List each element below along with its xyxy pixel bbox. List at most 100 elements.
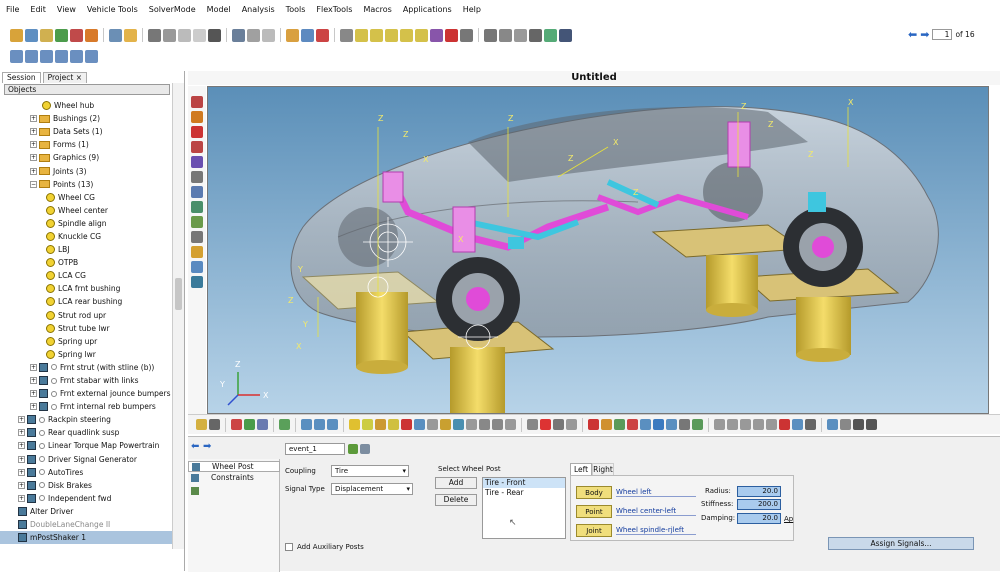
view-tool-icon-11[interactable] <box>327 419 338 430</box>
expand-icon[interactable]: + <box>30 363 37 371</box>
view-tool-icon-27[interactable] <box>527 419 538 430</box>
tree-row[interactable]: Wheel CG <box>0 191 172 204</box>
main-tool-icon-34[interactable] <box>484 28 497 42</box>
tree-row[interactable]: + Rackpin steering <box>0 413 172 426</box>
view-tool-icon-43[interactable] <box>727 419 738 430</box>
tree-row[interactable]: + Frnt stabar with links <box>0 374 172 387</box>
menu-edit[interactable]: Edit <box>30 5 46 14</box>
main-tool-icon-22[interactable] <box>316 28 329 42</box>
view-tool-icon-10[interactable] <box>314 419 325 430</box>
view-tool-icon-23[interactable] <box>479 419 490 430</box>
tree-row[interactable]: Strut tube lwr <box>0 322 172 335</box>
secondary-tool-icon-4[interactable] <box>70 49 83 63</box>
entity-tool-icon-12[interactable] <box>191 276 203 288</box>
view-tool-icon-37[interactable] <box>653 419 664 430</box>
radius-field[interactable]: 20.0 <box>737 486 781 497</box>
secondary-tool-icon-2[interactable] <box>40 49 53 63</box>
main-tool-icon-32[interactable] <box>460 28 473 42</box>
entity-tool-icon-0[interactable] <box>191 96 203 108</box>
tree-row[interactable]: LCA CG <box>0 269 172 282</box>
add-button[interactable]: Add <box>435 477 477 489</box>
view-tool-icon-42[interactable] <box>714 419 725 430</box>
tree-row[interactable]: LBJ <box>0 243 172 256</box>
main-tool-icon-18[interactable] <box>262 28 275 42</box>
entity-tool-icon-5[interactable] <box>191 171 203 183</box>
view-tool-icon-40[interactable] <box>692 419 703 430</box>
main-tool-icon-29[interactable] <box>415 28 428 42</box>
stiffness-field[interactable]: 200.0 <box>737 499 781 510</box>
main-tool-icon-25[interactable] <box>355 28 368 42</box>
arrow-left-icon[interactable]: ⬅ <box>908 28 917 41</box>
entity-tool-icon-3[interactable] <box>191 141 203 153</box>
main-tool-icon-5[interactable] <box>85 28 98 42</box>
view-tool-icon-7[interactable] <box>279 419 290 430</box>
tab-wheel-post[interactable]: Wheel Post <box>188 461 280 472</box>
expand-icon[interactable]: + <box>18 494 25 502</box>
tree-row[interactable]: Knuckle CG <box>0 230 172 243</box>
joint-value[interactable]: Wheel spindle-rjleft <box>616 526 696 535</box>
tree-row[interactable]: Alter Driver <box>0 505 172 518</box>
tree-row[interactable]: + Frnt internal reb bumpers <box>0 400 172 413</box>
joint-button[interactable]: Joint <box>576 524 612 537</box>
main-tool-icon-21[interactable] <box>301 28 314 42</box>
expand-icon[interactable]: − <box>30 180 37 188</box>
tab-constraints[interactable]: Constraints <box>188 473 280 484</box>
tree-row[interactable]: Spring lwr <box>0 348 172 361</box>
main-tool-icon-1[interactable] <box>25 28 38 42</box>
expand-icon[interactable]: + <box>30 141 37 149</box>
menu-applications[interactable]: Applications <box>403 5 452 14</box>
view-tool-icon-16[interactable] <box>388 419 399 430</box>
tree-row[interactable]: Spindle align <box>0 217 172 230</box>
assign-signals-button[interactable]: Assign Signals... <box>828 537 974 550</box>
view-tool-icon-4[interactable] <box>244 419 255 430</box>
tab-project[interactable]: Project × <box>42 72 87 83</box>
wheel-post-list[interactable]: Tire - Front Tire - Rear ↖ <box>482 477 566 539</box>
tree-row[interactable]: Wheel center <box>0 204 172 217</box>
view-tool-icon-53[interactable] <box>853 419 864 430</box>
signal-type-select[interactable]: Displacement ▾ <box>331 483 413 495</box>
expand-icon[interactable]: + <box>30 403 37 411</box>
tree-row[interactable]: OTPB <box>0 256 172 269</box>
expand-icon[interactable]: + <box>18 442 25 450</box>
table-icon[interactable] <box>191 487 199 495</box>
forward-icon[interactable]: ➡ <box>203 441 211 452</box>
back-icon[interactable]: ⬅ <box>191 441 199 452</box>
list-item[interactable]: Tire - Rear <box>483 488 565 498</box>
body-value[interactable]: Wheel left <box>616 488 696 497</box>
main-tool-icon-39[interactable] <box>559 28 572 42</box>
view-tool-icon-35[interactable] <box>627 419 638 430</box>
event-name-field[interactable]: event_1 <box>285 443 345 455</box>
menu-view[interactable]: View <box>57 5 76 14</box>
view-tool-icon-39[interactable] <box>679 419 690 430</box>
entity-tool-icon-4[interactable] <box>191 156 203 168</box>
secondary-tool-icon-0[interactable] <box>10 49 23 63</box>
main-tool-icon-2[interactable] <box>40 28 53 42</box>
main-tool-icon-35[interactable] <box>499 28 512 42</box>
check-icon[interactable] <box>348 444 358 454</box>
ap-label[interactable]: Ap <box>784 515 793 523</box>
entity-tool-icon-9[interactable] <box>191 231 203 243</box>
secondary-tool-icon-1[interactable] <box>25 49 38 63</box>
entity-tool-icon-11[interactable] <box>191 261 203 273</box>
view-tool-icon-25[interactable] <box>505 419 516 430</box>
view-tool-icon-51[interactable] <box>827 419 838 430</box>
view-tool-icon-0[interactable] <box>196 419 207 430</box>
menu-analysis[interactable]: Analysis <box>242 5 275 14</box>
menu-flextools[interactable]: FlexTools <box>316 5 352 14</box>
view-tool-icon-36[interactable] <box>640 419 651 430</box>
main-tool-icon-0[interactable] <box>10 28 23 42</box>
expand-icon[interactable]: + <box>18 429 25 437</box>
tree-row[interactable]: LCA rear bushing <box>0 295 172 308</box>
view-tool-icon-14[interactable] <box>362 419 373 430</box>
view-tool-icon-29[interactable] <box>553 419 564 430</box>
menu-model[interactable]: Model <box>207 5 231 14</box>
view-tool-icon-49[interactable] <box>805 419 816 430</box>
view-tool-icon-44[interactable] <box>740 419 751 430</box>
menu-file[interactable]: File <box>6 5 19 14</box>
view-tool-icon-19[interactable] <box>427 419 438 430</box>
view-tool-icon-17[interactable] <box>401 419 412 430</box>
tree-row[interactable]: + Frnt external jounce bumpers <box>0 387 172 400</box>
view-tool-icon-38[interactable] <box>666 419 677 430</box>
view-tool-icon-15[interactable] <box>375 419 386 430</box>
tree-row[interactable]: + Forms (1) <box>0 138 172 151</box>
